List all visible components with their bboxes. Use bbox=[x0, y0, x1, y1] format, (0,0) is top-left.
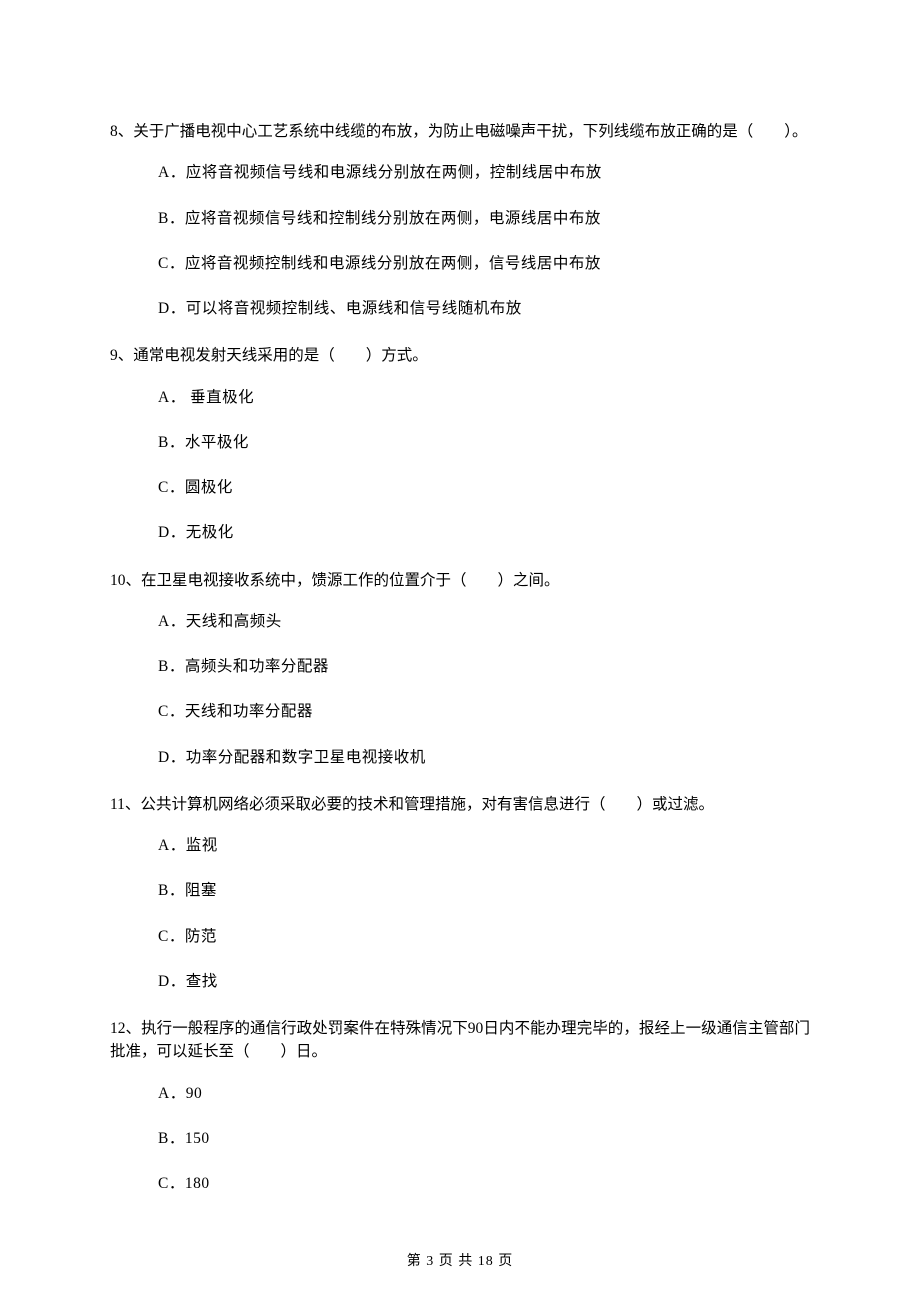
option-a: A． 垂直极化 bbox=[110, 386, 810, 409]
question-body: 关于广播电视中心工艺系统中线缆的布放，为防止电磁噪声干扰，下列线缆布放正确的是（… bbox=[133, 123, 807, 140]
option-c: C．180 bbox=[110, 1172, 810, 1195]
option-a: A．天线和高频头 bbox=[110, 610, 810, 633]
option-c: C．防范 bbox=[110, 925, 810, 948]
option-a: A．90 bbox=[110, 1082, 810, 1105]
option-c: C．天线和功率分配器 bbox=[110, 700, 810, 723]
question-9: 9、通常电视发射天线采用的是（ ）方式。 A． 垂直极化 B．水平极化 C．圆极… bbox=[110, 344, 810, 544]
option-a: A．监视 bbox=[110, 834, 810, 857]
option-c: C．应将音视频控制线和电源线分别放在两侧，信号线居中布放 bbox=[110, 252, 810, 275]
option-d: D．可以将音视频控制线、电源线和信号线随机布放 bbox=[110, 297, 810, 320]
question-10: 10、在卫星电视接收系统中，馈源工作的位置介于（ ）之间。 A．天线和高频头 B… bbox=[110, 569, 810, 769]
question-number: 12、 bbox=[110, 1020, 141, 1037]
question-body: 通常电视发射天线采用的是（ ）方式。 bbox=[133, 347, 428, 364]
question-number: 8、 bbox=[110, 123, 133, 140]
option-d: D．查找 bbox=[110, 970, 810, 993]
option-a: A．应将音视频信号线和电源线分别放在两侧，控制线居中布放 bbox=[110, 161, 810, 184]
question-8: 8、关于广播电视中心工艺系统中线缆的布放，为防止电磁噪声干扰，下列线缆布放正确的… bbox=[110, 120, 810, 320]
question-11: 11、公共计算机网络必须采取必要的技术和管理措施，对有害信息进行（ ）或过滤。 … bbox=[110, 793, 810, 993]
question-number: 9、 bbox=[110, 347, 133, 364]
question-body: 公共计算机网络必须采取必要的技术和管理措施，对有害信息进行（ ）或过滤。 bbox=[140, 796, 714, 813]
option-b: B．应将音视频信号线和控制线分别放在两侧，电源线居中布放 bbox=[110, 207, 810, 230]
question-text: 11、公共计算机网络必须采取必要的技术和管理措施，对有害信息进行（ ）或过滤。 bbox=[110, 793, 810, 816]
page-footer: 第 3 页 共 18 页 bbox=[0, 1251, 920, 1272]
question-number: 10、 bbox=[110, 572, 141, 589]
question-text: 12、执行一般程序的通信行政处罚案件在特殊情况下90日内不能办理完毕的，报经上一… bbox=[110, 1017, 810, 1064]
question-text: 10、在卫星电视接收系统中，馈源工作的位置介于（ ）之间。 bbox=[110, 569, 810, 592]
option-b: B．150 bbox=[110, 1127, 810, 1150]
option-b: B．水平极化 bbox=[110, 431, 810, 454]
question-body: 在卫星电视接收系统中，馈源工作的位置介于（ ）之间。 bbox=[141, 572, 560, 589]
option-b: B．阻塞 bbox=[110, 879, 810, 902]
question-body: 执行一般程序的通信行政处罚案件在特殊情况下90日内不能办理完毕的，报经上一级通信… bbox=[110, 1020, 810, 1060]
option-d: D．功率分配器和数字卫星电视接收机 bbox=[110, 746, 810, 769]
question-text: 9、通常电视发射天线采用的是（ ）方式。 bbox=[110, 344, 810, 367]
question-12: 12、执行一般程序的通信行政处罚案件在特殊情况下90日内不能办理完毕的，报经上一… bbox=[110, 1017, 810, 1195]
option-b: B．高频头和功率分配器 bbox=[110, 655, 810, 678]
question-text: 8、关于广播电视中心工艺系统中线缆的布放，为防止电磁噪声干扰，下列线缆布放正确的… bbox=[110, 120, 810, 143]
option-d: D．无极化 bbox=[110, 521, 810, 544]
option-c: C．圆极化 bbox=[110, 476, 810, 499]
question-number: 11、 bbox=[110, 796, 140, 813]
